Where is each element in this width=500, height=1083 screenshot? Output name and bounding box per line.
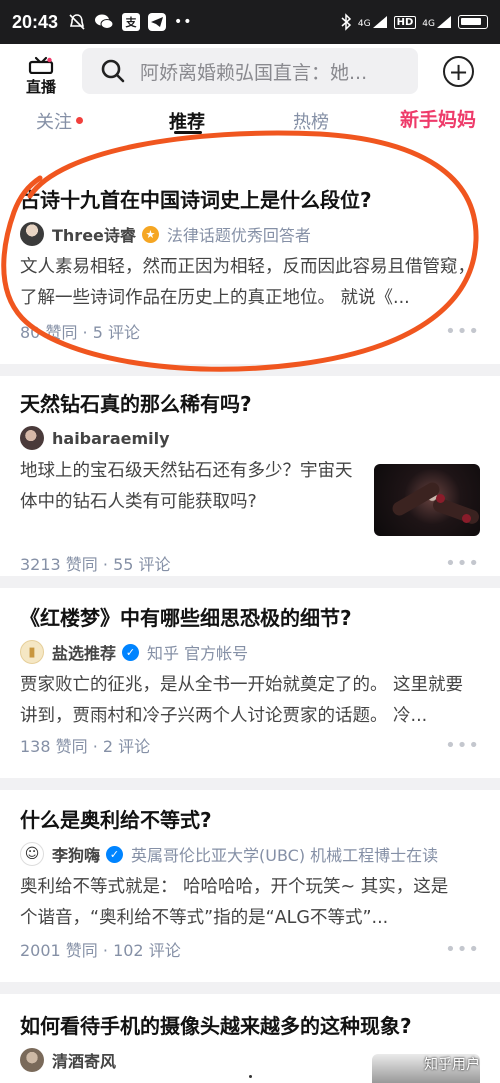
tab-following[interactable]: 关注 <box>36 108 83 134</box>
card-title[interactable]: 如何看待手机的摄像头越来越多的这种现象? <box>20 1012 480 1040</box>
more-options-icon[interactable]: ••• <box>445 939 480 960</box>
avatar <box>20 1048 44 1072</box>
thumbnail-detail <box>462 514 471 523</box>
card-excerpt[interactable]: 地球上的宝石级天然钻石还有多少？宇宙天体中的钻石人类有可能获取吗? <box>20 456 355 518</box>
plus-circle-icon[interactable]: + <box>443 56 474 87</box>
author-row[interactable]: haibaraemily <box>20 426 480 450</box>
battery-icon <box>458 15 488 29</box>
avatar <box>20 426 44 450</box>
notification-dot <box>76 117 83 124</box>
telegram-icon <box>148 13 167 31</box>
author-title: 法律话题优秀回答者 <box>166 226 311 245</box>
feed-card[interactable]: 天然钻石真的那么稀有吗? haibaraemily 地球上的宝石级天然钻石还有多… <box>0 376 500 576</box>
verified-badge-icon: ✓ <box>106 845 124 863</box>
feed-card[interactable]: 《红楼梦》中有哪些细思恐极的细节? ▮ 盐选推荐 ✓ 知乎 官方帐号 贾家败亡的… <box>0 588 500 778</box>
more-options-icon[interactable]: ••• <box>445 553 480 574</box>
card-title[interactable]: 《红楼梦》中有哪些细思恐极的细节? <box>20 604 480 632</box>
avatar: ▮ <box>20 640 44 664</box>
author-name: Three诗睿 <box>52 226 136 245</box>
tv-icon <box>28 56 54 74</box>
signal-4g-icon: 4G <box>358 15 388 29</box>
card-meta: 138 赞同 · 2 评论 ••• <box>20 734 480 757</box>
avatar <box>20 222 44 246</box>
search-icon <box>101 59 125 83</box>
more-options-icon[interactable]: ••• <box>445 735 480 756</box>
tab-hot-list[interactable]: 热榜 <box>293 108 329 134</box>
feed-card[interactable]: 什么是奥利给不等式? ☺ 李狗嗨 ✓ 英属哥伦比亚大学(UBC) 机械工程博士在… <box>0 790 500 982</box>
card-excerpt[interactable]: 奥利给不等式就是： 哈哈哈哈，开个玩笑~ 其实，这是个谐音，“奥利给不等式”指的… <box>20 872 460 934</box>
card-title[interactable]: 什么是奥利给不等式? <box>20 806 480 834</box>
author-row[interactable]: ▮ 盐选推荐 ✓ 知乎 官方帐号 <box>20 640 480 664</box>
thumbnail-detail <box>436 494 445 503</box>
meta-text: 138 赞同 · 2 评论 <box>20 737 151 756</box>
search-input[interactable]: 阿娇离婚赖弘国直言：她... <box>82 48 418 94</box>
thumbnail-image[interactable] <box>374 464 480 536</box>
author-row[interactable]: ☺ 李狗嗨 ✓ 英属哥伦比亚大学(UBC) 机械工程博士在读 <box>20 842 480 866</box>
card-excerpt[interactable]: 文人素易相轻，然而正因为相轻，反而因此容易且借管窥，了解一些诗词作品在历史上的真… <box>20 252 480 314</box>
status-icons-left: 支 •• <box>68 13 193 31</box>
card-title[interactable]: 天然钻石真的那么稀有吗? <box>20 390 480 418</box>
card-excerpt[interactable]: 贾家败亡的征兆，是从全书一开始就奠定了的。 这里就要讲到，贾雨村和冷子兴两个人讨… <box>20 670 480 732</box>
author-name: haibaraemily <box>52 428 170 448</box>
status-bar: 20:43 支 •• 4G HD 4G <box>0 0 500 44</box>
author-name: 李狗嗨 <box>52 846 101 865</box>
mute-icon <box>69 14 85 30</box>
excellent-answerer-badge-icon: ★ <box>141 225 159 243</box>
author-title: 英属哥伦比亚大学(UBC) 机械工程博士在读 <box>131 846 439 865</box>
search-placeholder: 阿娇离婚赖弘国直言：她... <box>140 61 368 84</box>
signal-4g-icon-2: 4G <box>422 15 452 29</box>
active-tab-indicator <box>174 131 202 134</box>
more-options-icon[interactable]: ••• <box>445 321 480 342</box>
avatar: ☺ <box>20 842 44 866</box>
card-title[interactable]: 古诗十九首在中国诗词史上是什么段位? <box>20 186 480 214</box>
live-button[interactable]: 直播 <box>20 56 62 100</box>
author-name: 清酒寄风 <box>52 1052 117 1071</box>
tab-following-label: 关注 <box>36 112 72 133</box>
feed-card[interactable]: 古诗十九首在中国诗词史上是什么段位? Three诗睿 ★ 法律话题优秀回答者 文… <box>0 170 500 364</box>
bluetooth-icon <box>341 13 352 31</box>
card-meta: 3213 赞同 · 55 评论 ••• <box>20 552 480 575</box>
card-meta: 2001 赞同 · 102 评论 ••• <box>20 938 480 961</box>
verified-badge-icon: ✓ <box>122 643 140 661</box>
app-header: 直播 阿娇离婚赖弘国直言：她... + 关注 推荐 热榜 新手妈妈 <box>0 44 500 184</box>
meta-text: 80 赞同 · 5 评论 <box>20 323 140 342</box>
meta-text: 2001 赞同 · 102 评论 <box>20 941 181 960</box>
net-label: 4G <box>357 19 371 29</box>
tab-new-moms[interactable]: 新手妈妈 <box>400 105 476 132</box>
status-icons-right: 4G HD 4G <box>340 13 488 31</box>
author-title: 知乎 官方帐号 <box>147 644 249 663</box>
live-label: 直播 <box>25 78 56 96</box>
status-time: 20:43 <box>12 11 59 32</box>
net-label-2: 4G <box>422 19 435 29</box>
author-row[interactable]: Three诗睿 ★ 法律话题优秀回答者 <box>20 222 480 246</box>
alipay-icon: 支 <box>122 13 141 31</box>
excerpt-with-thumbnail[interactable]: 地球上的宝石级天然钻石还有多少？宇宙天体中的钻石人类有可能获取吗? <box>20 450 480 536</box>
meta-text: 3213 赞同 · 55 评论 <box>20 555 171 574</box>
wechat-icon <box>95 14 114 29</box>
scroll-indicator <box>249 1075 252 1078</box>
hd-icon: HD <box>393 15 417 29</box>
more-dots-icon: •• <box>174 14 193 30</box>
card-meta: 80 赞同 · 5 评论 ••• <box>20 320 480 343</box>
author-name: 盐选推荐 <box>52 644 117 663</box>
watermark: 知乎用户 <box>424 1057 480 1073</box>
